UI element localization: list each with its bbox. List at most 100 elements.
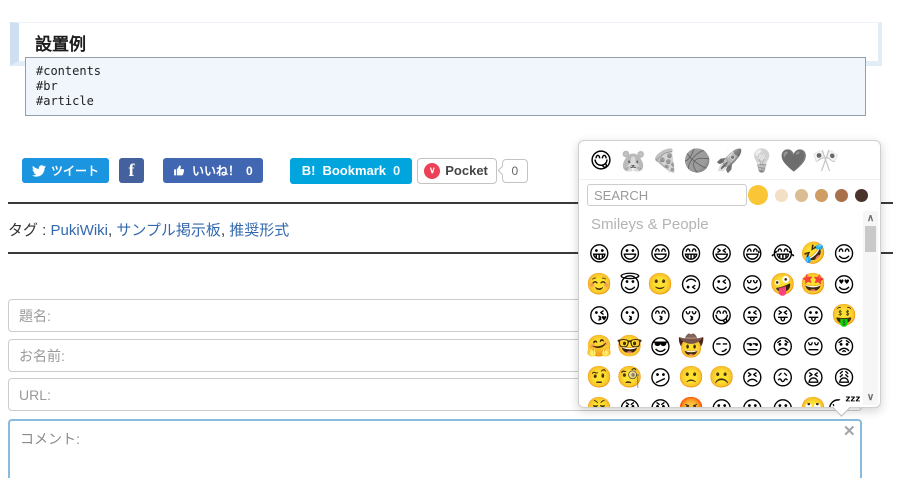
emoji-cell[interactable]: 😙 bbox=[645, 300, 676, 331]
emoji-cell[interactable]: 😮 bbox=[737, 393, 768, 408]
comment-textarea[interactable] bbox=[8, 419, 862, 478]
emoji-section-label: Smileys & People bbox=[591, 216, 709, 233]
emoji-cell[interactable]: 😉 bbox=[706, 269, 737, 300]
skin-tone-dot-2[interactable] bbox=[775, 188, 788, 202]
category-food-drink-icon[interactable]: 🍕 bbox=[651, 149, 679, 175]
emoji-cell[interactable]: ☺️ bbox=[584, 269, 615, 300]
emoji-cell[interactable]: 😚 bbox=[676, 300, 707, 331]
emoji-scrollbar[interactable]: ∧ ∨ bbox=[863, 211, 878, 405]
skin-tone-dot-1[interactable] bbox=[748, 185, 768, 205]
pocket-button-label: Pocket bbox=[445, 163, 488, 178]
skin-tone-dot-5[interactable] bbox=[835, 188, 848, 202]
scroll-up-icon[interactable]: ∧ bbox=[863, 213, 878, 224]
category-symbols-icon[interactable]: 🖤 bbox=[780, 149, 808, 175]
tag-link-1[interactable]: PukiWiki bbox=[51, 222, 109, 239]
emoji-cell[interactable]: 😆 bbox=[706, 238, 737, 269]
hatena-bookmark-button[interactable]: B! Bookmark 0 bbox=[289, 157, 413, 184]
emoji-cell[interactable]: 😋 bbox=[706, 300, 737, 331]
emoji-category-bar: 😋 🐹 🍕 🏀 🚀 💡 🖤 🎌 bbox=[579, 141, 880, 180]
emoji-cell[interactable]: ☹️ bbox=[706, 362, 737, 393]
emoji-row: ☺️ 😇 🙂 🙃 😉 😌 🤪 🤩 😍 bbox=[584, 269, 860, 300]
emoji-cell[interactable]: 🤩 bbox=[798, 269, 829, 300]
emoji-cell[interactable]: 😘 bbox=[584, 300, 615, 331]
emoji-cell[interactable]: 😝 bbox=[768, 300, 799, 331]
emoji-cell[interactable]: 😀 bbox=[584, 238, 615, 269]
emoji-cell[interactable]: 🙄 bbox=[798, 393, 829, 407]
emoji-cell[interactable]: 😂 bbox=[768, 238, 799, 269]
emoji-cell[interactable]: 🧐 bbox=[615, 362, 646, 393]
emoji-cell[interactable]: 😕 bbox=[645, 362, 676, 393]
emoji-row: 🤗 🤓 😎 🤠 😏 😒 😞 😔 😟 bbox=[584, 331, 860, 362]
emoji-cell[interactable]: 🤣 bbox=[798, 238, 829, 269]
close-icon[interactable]: ✕ bbox=[843, 422, 856, 440]
skin-tone-dot-3[interactable] bbox=[795, 188, 808, 202]
tag-links: PukiWiki, サンプル掲示板, 推奨形式 bbox=[51, 222, 290, 239]
category-animals-nature-icon[interactable]: 🐹 bbox=[619, 149, 647, 175]
emoji-cell[interactable]: 😄 bbox=[645, 238, 676, 269]
emoji-cell[interactable]: 🙃 bbox=[676, 269, 707, 300]
emoji-cell[interactable]: 🤓 bbox=[615, 331, 646, 362]
skin-tone-selector bbox=[748, 185, 874, 205]
emoji-cell[interactable]: 🤬 bbox=[676, 393, 707, 407]
emoji-row: 😀 😃 😄 😁 😆 😅 😂 🤣 😊 bbox=[584, 238, 860, 269]
tag-link-3[interactable]: 推奨形式 bbox=[229, 222, 289, 239]
emoji-cell[interactable]: 😁 bbox=[676, 238, 707, 269]
emoji-cell[interactable]: 😎 bbox=[645, 331, 676, 362]
emoji-cell[interactable]: 😇 bbox=[615, 269, 646, 300]
emoji-row: 😘 😗 😙 😚 😋 😜 😝 😛 🤑 bbox=[584, 300, 860, 331]
scrollbar-thumb[interactable] bbox=[865, 226, 876, 252]
scroll-down-icon[interactable]: ∨ bbox=[863, 392, 878, 403]
emoji-cell[interactable]: 😌 bbox=[737, 269, 768, 300]
emoji-cell[interactable]: 😊 bbox=[829, 238, 860, 269]
facebook-like-button[interactable]: いいね！ 0 bbox=[163, 158, 263, 183]
emoji-picker-panel: 😋🐹🍕🏀🚀💡🖤🎌 Smileys & People 😀😃😄😁😆😅😂🤣😊☺️😇🙂🙃… bbox=[578, 140, 881, 417]
emoji-cell[interactable]: 😤 bbox=[584, 393, 615, 407]
emoji-cell[interactable]: 🤨 bbox=[584, 362, 615, 393]
emoji-cell[interactable]: 😛 bbox=[798, 300, 829, 331]
category-smileys-people-icon[interactable]: 😋 bbox=[587, 149, 615, 175]
emoji-cell[interactable]: 😍 bbox=[829, 269, 860, 300]
tags-line: タグ : PukiWiki, サンプル掲示板, 推奨形式 bbox=[8, 219, 289, 240]
emoji-cell[interactable]: 🤠 bbox=[676, 331, 707, 362]
emoji-cell[interactable]: 🙂 bbox=[645, 269, 676, 300]
emoji-cell[interactable]: 😟 bbox=[829, 331, 860, 362]
category-flags-icon[interactable]: 🎌 bbox=[812, 149, 840, 175]
pocket-button[interactable]: ∨ Pocket bbox=[417, 157, 497, 184]
emoji-cell[interactable]: 😖 bbox=[768, 362, 799, 393]
emoji-cell[interactable]: 😣 bbox=[737, 362, 768, 393]
emoji-row: 😤😠😡🤬😶😮😐🙄😴 bbox=[584, 393, 860, 407]
emoji-cell[interactable]: 😜 bbox=[737, 300, 768, 331]
category-objects-icon[interactable]: 💡 bbox=[748, 149, 776, 175]
emoji-cell[interactable]: 🙁 bbox=[676, 362, 707, 393]
emoji-cell[interactable]: 😏 bbox=[706, 331, 737, 362]
emoji-search-input[interactable] bbox=[587, 184, 747, 206]
emoji-cell[interactable]: 😞 bbox=[768, 331, 799, 362]
facebook-share-button[interactable]: f bbox=[119, 158, 145, 183]
emoji-grid: 😀 😃 😄 😁 😆 😅 😂 🤣 😊 ☺️ 😇 🙂 🙃 😉 😌 🤪 🤩 😍 😘 😗 😙 😚 😋 😜 😝 😛 🤑 🤗 🤓 😎 🤠 😏 😒 😞 😔 😟 🤨 🧐 😕… bbox=[584, 238, 860, 407]
emoji-cell[interactable]: 😃 bbox=[615, 238, 646, 269]
tags-label: タグ : bbox=[8, 222, 47, 239]
like-count: 0 bbox=[246, 163, 253, 178]
emoji-cell[interactable]: 😗 bbox=[615, 300, 646, 331]
skin-tone-dot-4[interactable] bbox=[815, 188, 828, 202]
skin-tone-dot-6[interactable] bbox=[855, 188, 868, 202]
tag-link-2[interactable]: サンプル掲示板 bbox=[116, 222, 221, 239]
pocket-logo-icon: ∨ bbox=[424, 162, 441, 179]
emoji-cell[interactable]: 🤗 bbox=[584, 331, 615, 362]
tweet-button-label: ツイート bbox=[51, 164, 100, 178]
emoji-cell[interactable]: 😐 bbox=[768, 393, 799, 408]
emoji-cell[interactable]: 😔 bbox=[798, 331, 829, 362]
emoji-cell[interactable]: 😶 bbox=[706, 393, 737, 408]
emoji-row: 🤨 🧐 😕 🙁 ☹️ 😣 😖 😫 😩 bbox=[584, 362, 860, 393]
emoji-cell[interactable]: 😡 bbox=[645, 393, 676, 408]
emoji-cell[interactable]: 😅 bbox=[737, 238, 768, 269]
category-travel-places-icon[interactable]: 🚀 bbox=[716, 149, 744, 175]
emoji-cell[interactable]: 🤑 bbox=[829, 300, 860, 331]
emoji-cell[interactable]: 😩 bbox=[829, 362, 860, 393]
emoji-cell[interactable]: 😒 bbox=[737, 331, 768, 362]
category-activity-icon[interactable]: 🏀 bbox=[683, 149, 711, 175]
emoji-cell[interactable]: 😠 bbox=[615, 393, 646, 408]
tweet-button[interactable]: ツイート bbox=[22, 158, 110, 183]
emoji-cell[interactable]: 😫 bbox=[798, 362, 829, 393]
emoji-cell[interactable]: 🤪 bbox=[768, 269, 799, 300]
